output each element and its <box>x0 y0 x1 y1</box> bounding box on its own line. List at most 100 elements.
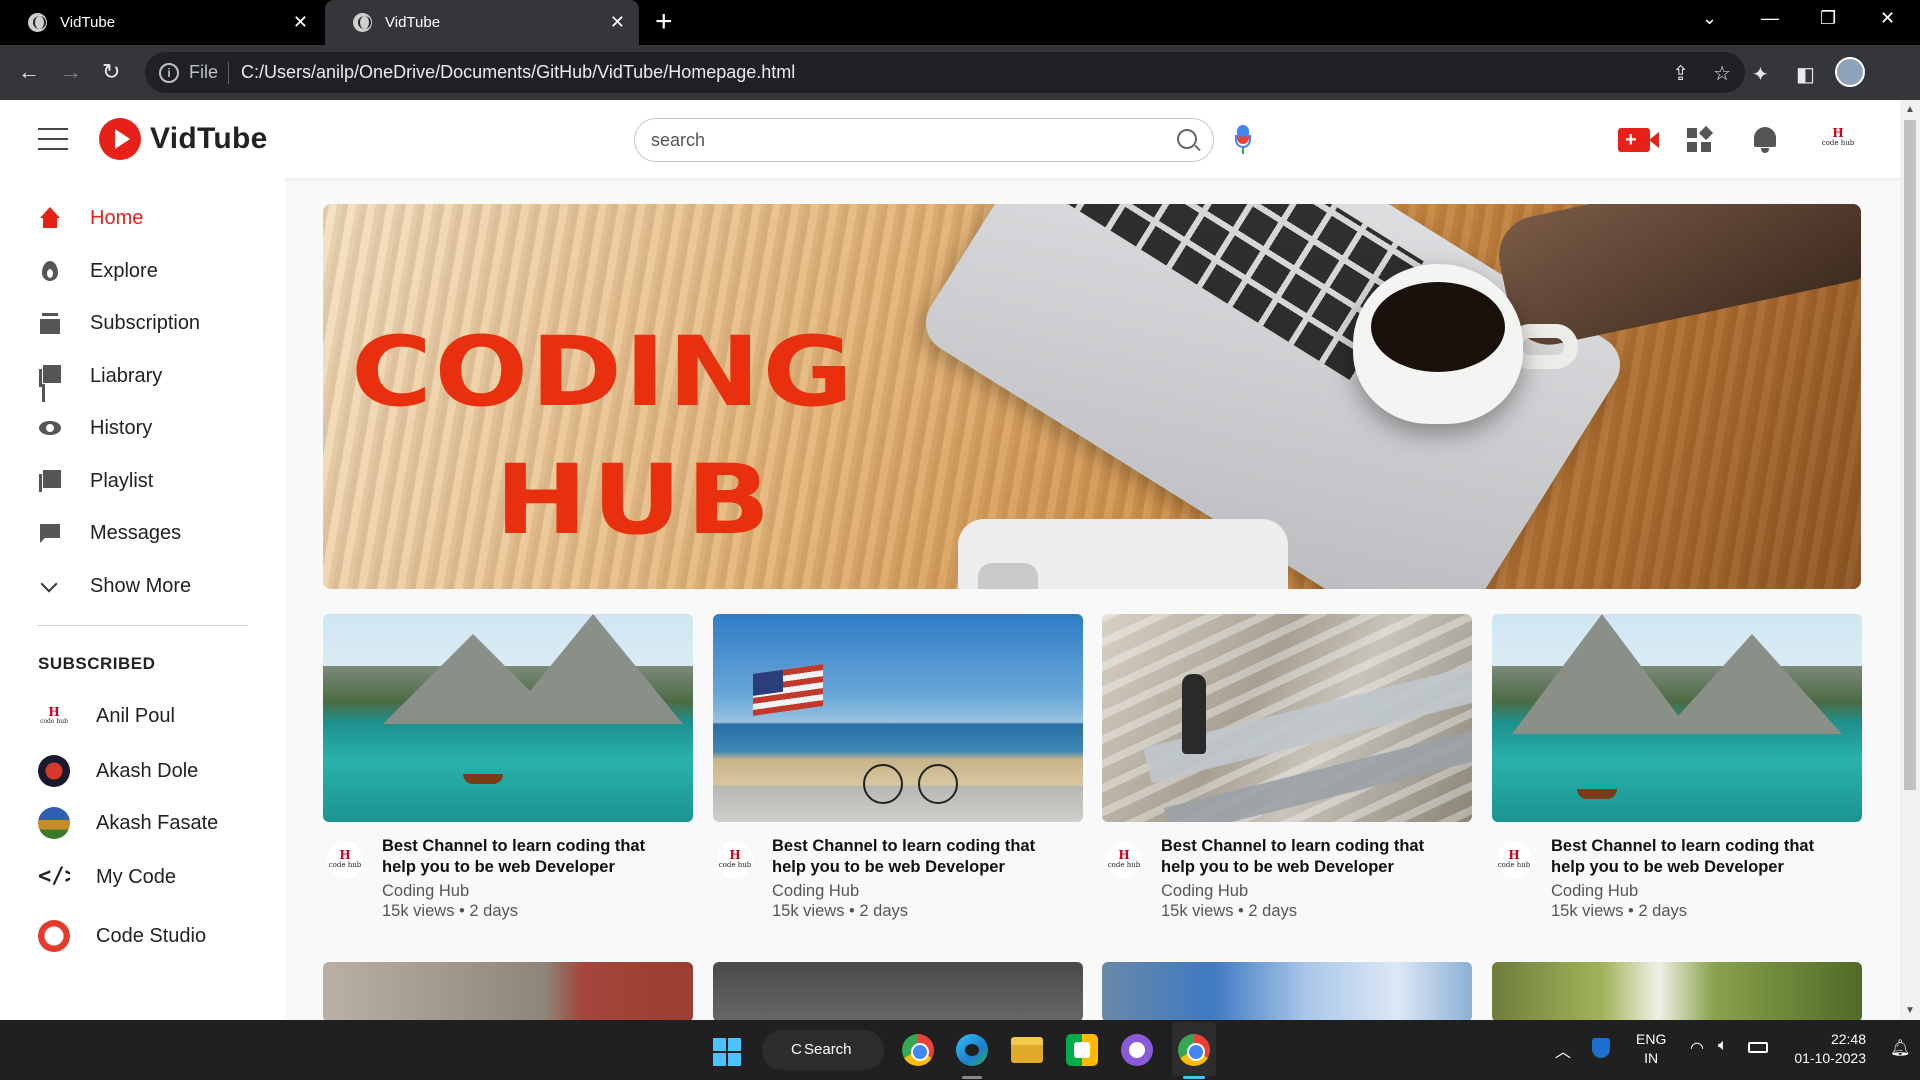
file-explorer-icon[interactable] <box>1011 1037 1043 1063</box>
microphone-icon[interactable] <box>1235 125 1251 155</box>
forward-button[interactable]: → <box>60 59 82 85</box>
video-stats: 15k views • 2 days <box>1161 902 1298 920</box>
video-thumbnail[interactable] <box>713 962 1083 1020</box>
close-icon[interactable]: ✕ <box>610 12 625 33</box>
restore-button[interactable]: ❐ <box>1820 8 1836 29</box>
video-title[interactable]: Best Channel to learn coding that help y… <box>1551 836 1851 878</box>
sidebar-item-home[interactable]: Home <box>38 203 143 233</box>
video-title[interactable]: Best Channel to learn coding that help y… <box>382 836 682 878</box>
video-thumbnail[interactable] <box>1102 614 1472 822</box>
messages-icon <box>38 521 62 545</box>
apps-icon[interactable] <box>1687 125 1714 152</box>
channel-name[interactable]: Coding Hub <box>1551 882 1638 901</box>
sidebar-item-library[interactable]: Liabrary <box>38 361 162 391</box>
sidebar-item-history[interactable]: History <box>38 413 152 443</box>
extensions-icon[interactable]: ✦ <box>1752 62 1769 87</box>
windows-start-icon[interactable] <box>713 1038 741 1066</box>
back-button[interactable]: ← <box>18 59 40 85</box>
video-card[interactable]: Hcode hub Best Channel to learn coding t… <box>1492 614 1862 922</box>
battery-icon[interactable] <box>1748 1042 1768 1053</box>
video-thumbnail[interactable] <box>323 614 693 822</box>
close-icon[interactable]: ✕ <box>293 12 308 33</box>
video-card[interactable]: Hcode hub Best Channel to learn coding t… <box>1102 614 1472 922</box>
video-thumbnail[interactable] <box>713 614 1083 822</box>
video-card[interactable]: Hcode hub Best Channel to learn coding t… <box>323 614 693 922</box>
subscription-name: My Code <box>96 865 177 888</box>
notification-bell-icon[interactable]: 🔔︎ <box>1890 1038 1910 1058</box>
video-title[interactable]: Best Channel to learn coding that help y… <box>772 836 1072 878</box>
share-icon[interactable]: ⇪ <box>1672 61 1689 86</box>
window-close-button[interactable]: ✕ <box>1880 8 1895 29</box>
subscription-item[interactable]: Hcode hub Anil Poul <box>38 700 175 732</box>
sidebar-item-label: Show More <box>90 574 192 597</box>
create-video-icon[interactable]: + <box>1618 128 1659 152</box>
page-scrollbar[interactable]: ▲ ▼ <box>1900 100 1920 1020</box>
browser-tab[interactable]: VidTube ✕ <box>0 0 322 45</box>
info-icon[interactable]: i <box>159 62 179 83</box>
sidebar: Home Explore Subscription Liabrary Histo… <box>0 178 285 1020</box>
language-indicator[interactable]: ENG IN <box>1636 1030 1666 1068</box>
chrome-icon[interactable] <box>1178 1034 1210 1066</box>
scroll-up-arrow-icon[interactable]: ▲ <box>1905 104 1915 115</box>
banner-title-line1: CODING <box>351 316 856 428</box>
scroll-down-arrow-icon[interactable]: ▼ <box>1905 1005 1915 1016</box>
volume-icon[interactable]: 🔈︎ <box>1718 1037 1728 1055</box>
video-thumbnail[interactable] <box>1102 962 1472 1020</box>
subscription-item[interactable]: Akash Dole <box>38 755 198 787</box>
tab-title: VidTube <box>385 14 441 31</box>
video-card[interactable]: Hcode hub Best Channel to learn coding t… <box>713 614 1083 922</box>
wifi-icon[interactable]: ◠ <box>1690 1038 1704 1058</box>
security-shield-icon[interactable] <box>1592 1038 1610 1058</box>
history-icon <box>38 416 62 440</box>
address-bar[interactable]: i File C:/Users/anilp/OneDrive/Documents… <box>145 52 1745 93</box>
video-thumbnail[interactable] <box>1492 614 1862 822</box>
subscription-item[interactable]: </> My Code <box>38 861 176 893</box>
subscription-item[interactable]: Code Studio <box>38 920 206 952</box>
channel-name[interactable]: Coding Hub <box>1161 882 1248 901</box>
sidebar-item-explore[interactable]: Explore <box>38 256 158 286</box>
sidebar-item-messages[interactable]: Messages <box>38 518 181 548</box>
meet-icon[interactable] <box>1066 1034 1098 1066</box>
sidebar-item-show-more[interactable]: Show More <box>38 571 191 601</box>
clock[interactable]: 22:48 01-10-2023 <box>1786 1030 1866 1068</box>
hero-banner[interactable]: CODING HUB <box>323 204 1861 589</box>
side-panel-icon[interactable]: ◧ <box>1796 62 1815 87</box>
edge-icon[interactable] <box>956 1034 988 1066</box>
chevron-up-icon[interactable]: ︿ <box>1555 1038 1571 1062</box>
video-thumbnail[interactable] <box>323 962 693 1020</box>
channel-avatar[interactable]: Hcode hub <box>327 842 363 878</box>
channel-name[interactable]: Coding Hub <box>772 882 859 901</box>
github-desktop-icon[interactable] <box>1121 1034 1153 1066</box>
channel-avatar[interactable]: Hcode hub <box>1106 842 1142 878</box>
sidebar-item-label: Messages <box>90 521 182 544</box>
sidebar-item-label: Playlist <box>90 469 154 492</box>
sidebar-item-subscription[interactable]: Subscription <box>38 308 200 338</box>
channel-name[interactable]: Coding Hub <box>382 882 469 901</box>
chrome-icon[interactable] <box>902 1034 934 1066</box>
scrollbar-thumb[interactable] <box>1904 120 1916 790</box>
channel-avatar[interactable]: Hcode hub <box>717 842 753 878</box>
hamburger-menu-icon[interactable] <box>38 128 68 150</box>
site-logo[interactable]: VidTube <box>99 118 268 160</box>
notifications-bell-icon[interactable] <box>1753 124 1777 154</box>
channel-avatar[interactable]: Hcode hub <box>1496 842 1532 878</box>
tab-search-icon[interactable]: ⌄ <box>1702 8 1717 29</box>
user-avatar[interactable]: Hcode hub <box>1820 120 1856 156</box>
sidebar-item-playlist[interactable]: Playlist <box>38 466 153 496</box>
running-indicator <box>962 1076 982 1079</box>
new-tab-button[interactable]: + <box>655 7 673 37</box>
url-text[interactable]: C:/Users/anilp/OneDrive/Documents/GitHub… <box>241 62 795 83</box>
bookmark-star-icon[interactable]: ☆ <box>1713 61 1731 86</box>
search-icon[interactable] <box>1177 129 1197 149</box>
profile-avatar[interactable] <box>1835 57 1865 87</box>
webpage: VidTube + Hcode hub Home Explore Subsc <box>0 100 1920 1020</box>
video-thumbnail[interactable] <box>1492 962 1862 1020</box>
minimize-button[interactable]: — <box>1761 8 1779 29</box>
browser-tab-active[interactable]: VidTube ✕ <box>325 0 639 45</box>
subscription-item[interactable]: Akash Fasate <box>38 807 218 839</box>
reload-button[interactable]: ↻ <box>102 59 120 85</box>
search-input[interactable] <box>651 129 1131 151</box>
video-title[interactable]: Best Channel to learn coding that help y… <box>1161 836 1461 878</box>
globe-icon <box>28 13 47 32</box>
taskbar-search[interactable]: C Search <box>762 1030 884 1070</box>
